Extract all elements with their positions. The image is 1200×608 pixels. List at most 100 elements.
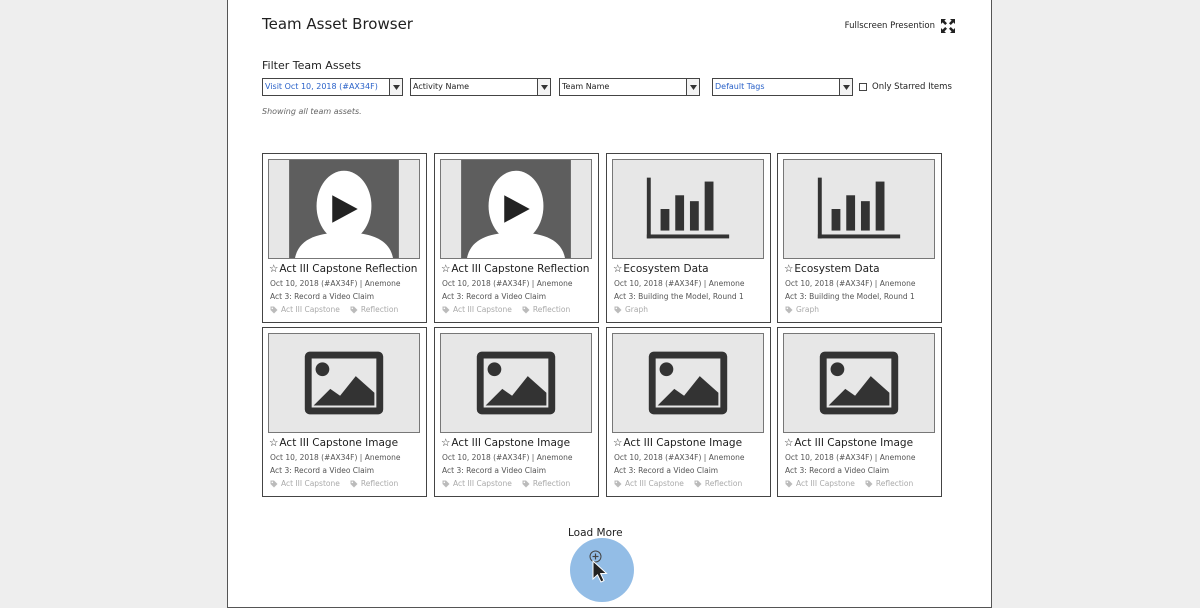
asset-thumbnail[interactable]: [440, 159, 592, 259]
fullscreen-button[interactable]: Fullscreen Presention: [845, 19, 955, 33]
asset-title: ☆Act III Capstone Reflection: [269, 263, 429, 275]
asset-tag[interactable]: Act III Capstone: [442, 305, 512, 314]
asset-tag-label: Reflection: [875, 479, 914, 488]
asset-tags: Act III Capstone Reflection: [442, 305, 570, 314]
asset-card[interactable]: ☆Act III Capstone Image Oct 10, 2018 (#A…: [262, 327, 427, 497]
asset-tag[interactable]: Graph: [614, 305, 648, 314]
tag-icon: [785, 480, 793, 487]
visit-select[interactable]: Visit Oct 10, 2018 (#AX34F): [262, 78, 403, 96]
video-thumbnail: [269, 160, 419, 258]
asset-title-text: Act III Capstone Image: [451, 437, 571, 449]
asset-card[interactable]: ☆Act III Capstone Image Oct 10, 2018 (#A…: [434, 327, 599, 497]
star-icon[interactable]: ☆: [269, 263, 278, 275]
tag-icon: [865, 480, 873, 487]
asset-card[interactable]: ☆Ecosystem Data Oct 10, 2018 (#AX34F) | …: [606, 153, 771, 323]
asset-thumbnail[interactable]: [268, 333, 420, 433]
image-thumbnail: [613, 334, 763, 432]
asset-tag[interactable]: Reflection: [350, 479, 398, 488]
asset-title-text: Act III Capstone Reflection: [279, 263, 418, 275]
asset-tag[interactable]: Act III Capstone: [270, 479, 340, 488]
tag-icon: [522, 306, 530, 313]
asset-tag[interactable]: Reflection: [522, 305, 570, 314]
asset-thumbnail[interactable]: [783, 159, 935, 259]
asset-thumbnail[interactable]: [612, 159, 764, 259]
asset-tag[interactable]: Reflection: [865, 479, 913, 488]
asset-activity: Act 3: Building the Model, Round 1: [785, 292, 915, 301]
asset-thumbnail[interactable]: [268, 159, 420, 259]
asset-activity: Act 3: Record a Video Claim: [270, 466, 375, 475]
asset-title: ☆Act III Capstone Image: [441, 437, 601, 449]
asset-tag[interactable]: Act III Capstone: [785, 479, 855, 488]
fullscreen-label: Fullscreen Presention: [844, 21, 935, 31]
tags-select[interactable]: Default Tags: [712, 78, 853, 96]
asset-activity: Act 3: Record a Video Claim: [785, 466, 890, 475]
asset-tags: Graph: [785, 305, 819, 314]
page-title: Team Asset Browser: [262, 15, 413, 33]
only-starred-toggle[interactable]: Only Starred Items: [859, 82, 952, 92]
only-starred-checkbox[interactable]: [859, 83, 867, 91]
asset-tag[interactable]: Act III Capstone: [270, 305, 340, 314]
asset-tag[interactable]: Reflection: [694, 479, 742, 488]
asset-title-text: Act III Capstone Image: [279, 437, 399, 449]
star-icon[interactable]: ☆: [784, 263, 793, 275]
star-icon[interactable]: ☆: [613, 437, 622, 449]
asset-browser-page: Team Asset Browser Fullscreen Presention…: [227, 0, 992, 608]
tag-icon: [350, 306, 358, 313]
asset-tag-label: Reflection: [532, 479, 571, 488]
asset-tag[interactable]: Act III Capstone: [442, 479, 512, 488]
asset-grid: ☆Act III Capstone Reflection Oct 10, 201…: [262, 153, 942, 497]
asset-activity: Act 3: Building the Model, Round 1: [614, 292, 744, 301]
asset-card[interactable]: ☆Ecosystem Data Oct 10, 2018 (#AX34F) | …: [777, 153, 942, 323]
asset-card[interactable]: ☆Act III Capstone Image Oct 10, 2018 (#A…: [777, 327, 942, 497]
asset-tag[interactable]: Reflection: [350, 305, 398, 314]
asset-tag[interactable]: Graph: [785, 305, 819, 314]
asset-tags: Act III Capstone Reflection: [270, 305, 398, 314]
asset-tag[interactable]: Reflection: [522, 479, 570, 488]
tag-icon: [614, 306, 622, 313]
asset-thumbnail[interactable]: [612, 333, 764, 433]
star-icon[interactable]: ☆: [613, 263, 622, 275]
image-icon: [304, 351, 384, 415]
image-thumbnail: [269, 334, 419, 432]
asset-title-text: Ecosystem Data: [794, 263, 880, 275]
asset-tag-label: Graph: [625, 305, 649, 314]
activity-select[interactable]: Activity Name: [410, 78, 551, 96]
asset-card[interactable]: ☆Act III Capstone Reflection Oct 10, 201…: [262, 153, 427, 323]
asset-tag[interactable]: Act III Capstone: [614, 479, 684, 488]
star-icon[interactable]: ☆: [784, 437, 793, 449]
image-thumbnail: [784, 334, 934, 432]
chevron-down-icon: [686, 79, 699, 95]
team-select[interactable]: Team Name: [559, 78, 700, 96]
tag-icon: [694, 480, 702, 487]
asset-title: ☆Ecosystem Data: [613, 263, 773, 275]
asset-tags: Act III Capstone Reflection: [614, 479, 742, 488]
asset-card[interactable]: ☆Act III Capstone Image Oct 10, 2018 (#A…: [606, 327, 771, 497]
asset-thumbnail[interactable]: [440, 333, 592, 433]
activity-select-value: Activity Name: [413, 82, 470, 91]
star-icon[interactable]: ☆: [441, 437, 450, 449]
image-icon: [819, 351, 899, 415]
star-icon[interactable]: ☆: [441, 263, 450, 275]
asset-activity: Act 3: Record a Video Claim: [442, 292, 547, 301]
asset-tag-label: Reflection: [360, 479, 399, 488]
asset-thumbnail[interactable]: [783, 333, 935, 433]
asset-tag-label: Reflection: [704, 479, 743, 488]
image-icon: [648, 351, 728, 415]
asset-meta: Oct 10, 2018 (#AX34F) | Anemone: [785, 453, 916, 462]
asset-meta: Oct 10, 2018 (#AX34F) | Anemone: [785, 279, 916, 288]
load-more-button[interactable]: Load More: [568, 527, 623, 539]
asset-tag-label: Act III Capstone: [281, 479, 340, 488]
image-icon: [476, 351, 556, 415]
asset-title-text: Act III Capstone Reflection: [451, 263, 590, 275]
star-icon[interactable]: ☆: [269, 437, 278, 449]
tag-icon: [350, 480, 358, 487]
asset-title: ☆Act III Capstone Image: [269, 437, 429, 449]
visit-select-value: Visit Oct 10, 2018 (#AX34F): [265, 82, 378, 91]
asset-title: ☆Act III Capstone Image: [784, 437, 944, 449]
asset-meta: Oct 10, 2018 (#AX34F) | Anemone: [442, 279, 573, 288]
asset-card[interactable]: ☆Act III Capstone Reflection Oct 10, 201…: [434, 153, 599, 323]
asset-meta: Oct 10, 2018 (#AX34F) | Anemone: [614, 453, 745, 462]
asset-tag-label: Reflection: [532, 305, 571, 314]
asset-tag-label: Act III Capstone: [796, 479, 855, 488]
tag-icon: [442, 306, 450, 313]
